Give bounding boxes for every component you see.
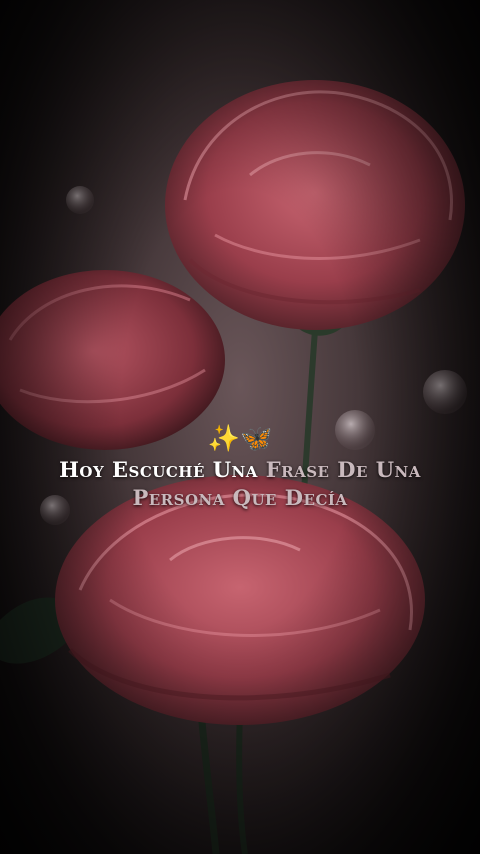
caption-dim-text: Frase De Una (265, 457, 421, 482)
caption-line-1: Hoy Escuché Una Frase De Una (0, 456, 480, 484)
caption-line-2: Persona Que Decía (132, 485, 348, 510)
video-frame: ✨🦋 Hoy Escuché Una Frase De Una Persona … (0, 0, 480, 854)
caption-block: ✨🦋 Hoy Escuché Una Frase De Una Persona … (0, 424, 480, 512)
sparkle-butterfly-emoji: ✨🦋 (207, 424, 273, 454)
caption-highlight-text: Hoy Escuché Una (59, 457, 258, 482)
